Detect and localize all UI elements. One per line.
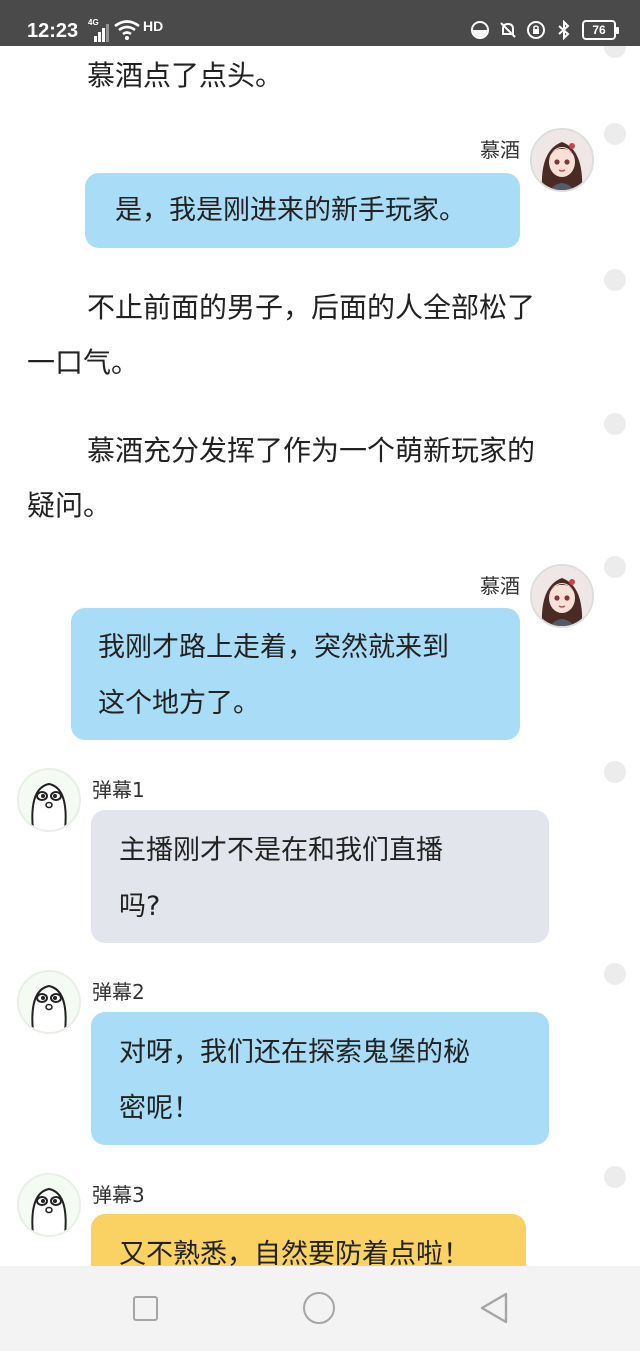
- comment-dot[interactable]: [604, 963, 626, 985]
- battery-level: 76: [592, 23, 606, 37]
- wifi-icon: [114, 20, 140, 40]
- status-time: 12:23: [27, 20, 79, 42]
- chat-text: 吗?: [119, 891, 161, 922]
- comment-dot[interactable]: [604, 413, 626, 435]
- comment-dot[interactable]: [604, 269, 626, 291]
- comment-dot[interactable]: [604, 46, 626, 58]
- chat-bubble[interactable]: 是，我是刚进来的新手玩家。: [85, 173, 520, 248]
- chat-text: 又不熟悉，自然要防着点啦！: [119, 1239, 470, 1266]
- navigation-bar: [0, 1266, 640, 1351]
- speaker-name: 弹幕1: [92, 778, 145, 802]
- speaker-name: 弹幕2: [92, 980, 145, 1004]
- speaker-avatar[interactable]: [530, 564, 594, 628]
- danmu-avatar[interactable]: [17, 768, 81, 832]
- mute-bell-icon: [500, 22, 516, 38]
- bluetooth-icon: [558, 20, 570, 40]
- chat-content[interactable]: 慕酒点了点头。 慕酒 是，我是刚进来的新手玩家。 不止前面的男子，后面的人全部松…: [0, 46, 640, 1266]
- status-icons: 76: [470, 20, 619, 40]
- speaker-name: 弹幕3: [92, 1183, 145, 1207]
- triangle-back-icon[interactable]: [478, 1291, 510, 1325]
- circle-home-icon[interactable]: [303, 1292, 335, 1324]
- comment-dot[interactable]: [604, 1166, 626, 1188]
- lock-rotation-icon: [527, 21, 545, 39]
- data-saver-icon: [471, 21, 489, 39]
- speaker-name: 慕酒: [480, 574, 520, 598]
- narration-paragraph: 慕酒充分发挥了作为一个萌新玩家的 疑问。: [27, 434, 536, 522]
- speaker-avatar[interactable]: [530, 128, 594, 192]
- status-bar: 12:23 4G HD 76: [0, 0, 640, 46]
- narration-paragraph: 不止前面的男子，后面的人全部松了 一口气。: [27, 291, 536, 379]
- danmu-avatar[interactable]: [17, 970, 81, 1034]
- chat-text: 对呀，我们还在探索鬼堡的秘: [119, 1037, 470, 1068]
- narration-paragraph: 慕酒点了点头。: [87, 59, 284, 92]
- chat-bubble[interactable]: 我刚才路上走着，突然就来到 这个地方了。: [71, 608, 520, 740]
- signal-icon: 4G: [88, 18, 109, 42]
- danmu-avatar[interactable]: [17, 1173, 81, 1237]
- chat-text: 这个地方了。: [98, 688, 260, 719]
- comment-dot[interactable]: [604, 761, 626, 783]
- chat-bubble[interactable]: 主播刚才不是在和我们直播 吗?: [91, 810, 549, 943]
- chat-bubble[interactable]: 又不熟悉，自然要防着点啦！: [91, 1214, 526, 1266]
- comment-dot[interactable]: [604, 123, 626, 145]
- comment-dot[interactable]: [604, 556, 626, 578]
- square-recents-icon[interactable]: [133, 1296, 158, 1321]
- speaker-name: 慕酒: [480, 138, 520, 162]
- chat-text: 我刚才路上走着，突然就来到: [98, 632, 449, 663]
- chat-text: 密呢！: [119, 1093, 200, 1124]
- chat-text: 主播刚才不是在和我们直播: [119, 835, 443, 866]
- network-type: 4G: [88, 18, 99, 27]
- chat-text: 是，我是刚进来的新手玩家。: [115, 195, 466, 226]
- hd-indicator: HD: [143, 18, 164, 34]
- chat-bubble[interactable]: 对呀，我们还在探索鬼堡的秘 密呢！: [91, 1012, 549, 1145]
- battery-icon: 76: [582, 20, 619, 40]
